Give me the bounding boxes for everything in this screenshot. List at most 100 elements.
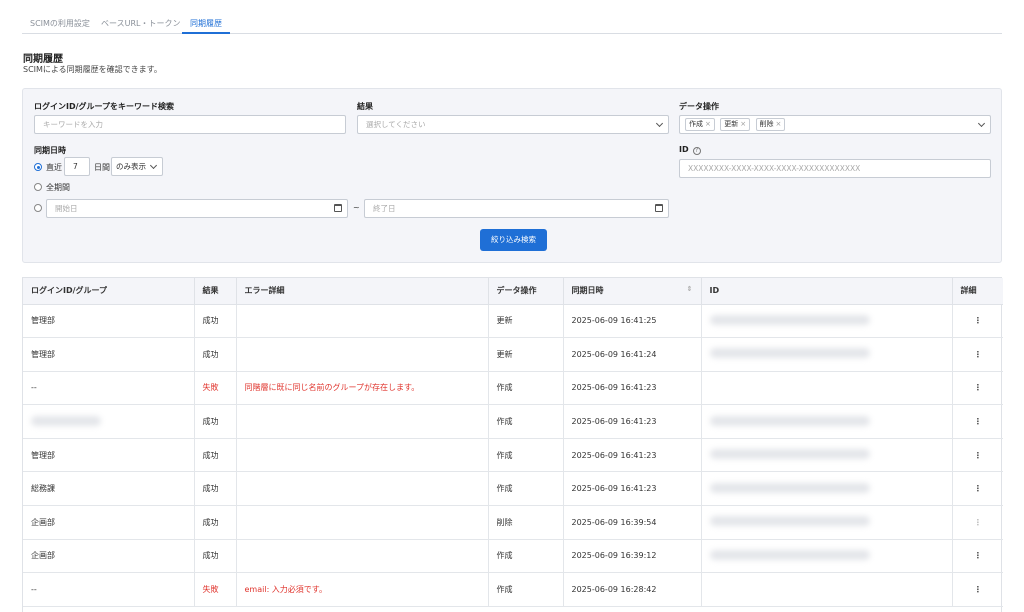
cell-datetime: 2025-06-09 16:39:54 xyxy=(563,505,702,540)
more-options-icon[interactable]: ⋮ xyxy=(961,316,1004,325)
table-row: 総務課 成功 作成 2025-06-09 16:41:23 ⋮ xyxy=(23,471,1004,507)
cell-login: 管理部 xyxy=(23,337,195,372)
cell-error: email: 入力必須です。 xyxy=(236,572,489,607)
cell-result: 成功 xyxy=(194,539,237,574)
tab-base-url-token[interactable]: ベースURL・トークン xyxy=(101,18,180,34)
table-row: -- 失敗 同階層に既に同じ名前のグループが存在します。 作成 2025-06-09 1… xyxy=(23,371,1004,406)
chip-delete[interactable]: 削除 × xyxy=(755,118,786,131)
chip-create[interactable]: 作成 × xyxy=(685,118,715,131)
cell-detail: ⋮ xyxy=(952,572,1004,607)
cell-operation: 作成 xyxy=(488,572,564,607)
cell-datetime: 2025-06-09 16:41:23 xyxy=(563,371,702,406)
result-select[interactable]: 選択してください xyxy=(357,115,669,134)
cell-login: 管理部 xyxy=(23,438,195,473)
cell-operation: 削除 xyxy=(488,505,564,540)
cell-id xyxy=(701,572,953,607)
radio-all-period[interactable] xyxy=(34,183,42,191)
cell-result: 成功 xyxy=(194,337,237,372)
more-options-icon[interactable]: ⋮ xyxy=(961,350,1004,359)
cell-datetime: 2025-06-09 16:41:25 xyxy=(563,304,702,339)
cell-result: 成功 xyxy=(194,471,237,507)
col-detail: 詳細 xyxy=(952,278,1003,305)
redacted-id xyxy=(709,415,870,426)
more-options-icon[interactable]: ⋮ xyxy=(961,484,1004,493)
chip-remove-icon: × xyxy=(705,120,711,128)
sort-icon[interactable]: ⇕ xyxy=(687,285,693,293)
cell-detail: ⋮ xyxy=(952,539,1004,574)
recent-days-input[interactable]: 7 xyxy=(64,157,90,176)
cell-login: -- xyxy=(23,572,195,607)
cell-error xyxy=(236,337,489,372)
cell-datetime: 2025-06-09 16:39:12 xyxy=(563,539,702,574)
chip-update[interactable]: 更新 × xyxy=(720,118,751,131)
cell-login: -- xyxy=(23,371,195,406)
cell-result: 成功 xyxy=(194,304,237,339)
cell-result: 失敗 xyxy=(194,371,237,406)
col-id: ID xyxy=(701,278,953,305)
cell-login: 管理部 xyxy=(23,304,195,339)
all-period-label: 全期間 xyxy=(46,183,70,192)
more-options-icon[interactable]: ⋮ xyxy=(961,518,1004,527)
more-options-icon[interactable]: ⋮ xyxy=(961,585,1004,594)
table-header: ログインID/グループ 結果 エラー詳細 データ操作 同期日時 ⇕ ID 詳細 xyxy=(23,278,1003,305)
cell-error: 同階層に既に同じ名前のグループが存在します。 xyxy=(236,371,489,406)
tab-scim-settings[interactable]: SCIMの利用設定 xyxy=(30,18,90,34)
more-options-icon[interactable]: ⋮ xyxy=(961,383,1004,392)
more-options-icon[interactable]: ⋮ xyxy=(961,551,1004,560)
col-operation: データ操作 xyxy=(488,278,564,305)
search-button[interactable]: 絞り込み検索 xyxy=(480,229,547,251)
cell-id xyxy=(701,505,953,540)
more-options-icon[interactable]: ⋮ xyxy=(961,417,1004,426)
keyword-input[interactable]: キーワードを入力 xyxy=(34,115,346,134)
cell-detail: ⋮ xyxy=(952,371,1004,406)
table-row: -- 失敗 email: 入力必須です。 作成 2025-06-09 16:28:42 ⋮ xyxy=(23,572,1004,607)
tab-bar: SCIMの利用設定 ベースURL・トークン 同期履歴 xyxy=(22,12,1002,34)
table-row: 企画部 成功 削除 2025-06-09 16:39:54 ⋮ xyxy=(23,505,1004,540)
id-input[interactable]: XXXXXXXX-XXXX-XXXX-XXXX-XXXXXXXXXXXX xyxy=(679,159,991,178)
cell-operation: 更新 xyxy=(488,337,564,372)
operation-select[interactable]: 作成 × 更新 × 削除 × xyxy=(679,115,991,134)
cell-operation: 作成 xyxy=(488,404,564,439)
operation-label: データ操作 xyxy=(679,102,719,111)
end-date-input[interactable]: 終了日 xyxy=(364,199,669,218)
cell-error xyxy=(236,471,489,507)
col-datetime[interactable]: 同期日時 ⇕ xyxy=(563,278,702,305)
display-mode-select[interactable]: のみ表示 xyxy=(111,157,163,176)
page-subtitle: SCIMによる同期履歴を確認できます。 xyxy=(23,65,162,74)
cell-login: 総務課 xyxy=(23,471,195,507)
cell-id xyxy=(701,539,953,574)
cell-operation: 作成 xyxy=(488,438,564,473)
col-result: 結果 xyxy=(194,278,237,305)
redacted-id xyxy=(709,516,870,527)
cell-datetime: 2025-06-09 16:28:42 xyxy=(563,572,702,607)
chip-remove-icon: × xyxy=(740,120,747,128)
cell-id xyxy=(701,337,953,372)
cell-datetime: 2025-06-09 16:41:23 xyxy=(563,438,702,473)
filter-panel: ログインID/グループをキーワード検索 キーワードを入力 結果 選択してください… xyxy=(22,88,1002,263)
tab-sync-history[interactable]: 同期履歴 xyxy=(182,18,230,34)
cell-error xyxy=(236,505,489,540)
cell-result: 成功 xyxy=(194,404,237,439)
cell-login: 企画部 xyxy=(23,505,195,540)
table-row: 企画部 成功 作成 2025-06-09 16:39:12 ⋮ xyxy=(23,539,1004,574)
help-icon[interactable]: ? xyxy=(692,147,701,155)
more-options-icon[interactable]: ⋮ xyxy=(961,451,1004,460)
cell-detail: ⋮ xyxy=(952,337,1004,372)
recent-label: 直近 xyxy=(46,163,62,172)
radio-date-range[interactable] xyxy=(34,204,42,212)
table-row: 管理部 成功 更新 2025-06-09 16:41:25 ⋮ xyxy=(23,304,1004,339)
cell-datetime: 2025-06-09 16:41:23 xyxy=(563,471,702,507)
cell-id xyxy=(701,438,953,473)
cell-operation: 作成 xyxy=(488,539,564,574)
result-label: 結果 xyxy=(357,102,373,111)
cell-detail: ⋮ xyxy=(952,404,1004,439)
start-date-input[interactable]: 開始日 xyxy=(46,199,348,218)
cell-datetime: 2025-06-09 16:41:24 xyxy=(563,337,702,372)
radio-recent[interactable] xyxy=(34,163,42,171)
chip-remove-icon: × xyxy=(775,120,782,128)
history-table: ログインID/グループ 結果 エラー詳細 データ操作 同期日時 ⇕ ID 詳細 管… xyxy=(22,277,1004,612)
table-row: 成功 作成 2025-06-09 16:41:23 ⋮ xyxy=(23,404,1004,439)
calendar-icon xyxy=(334,204,342,212)
cell-id xyxy=(701,304,953,339)
cell-login: 企画部 xyxy=(23,539,195,574)
